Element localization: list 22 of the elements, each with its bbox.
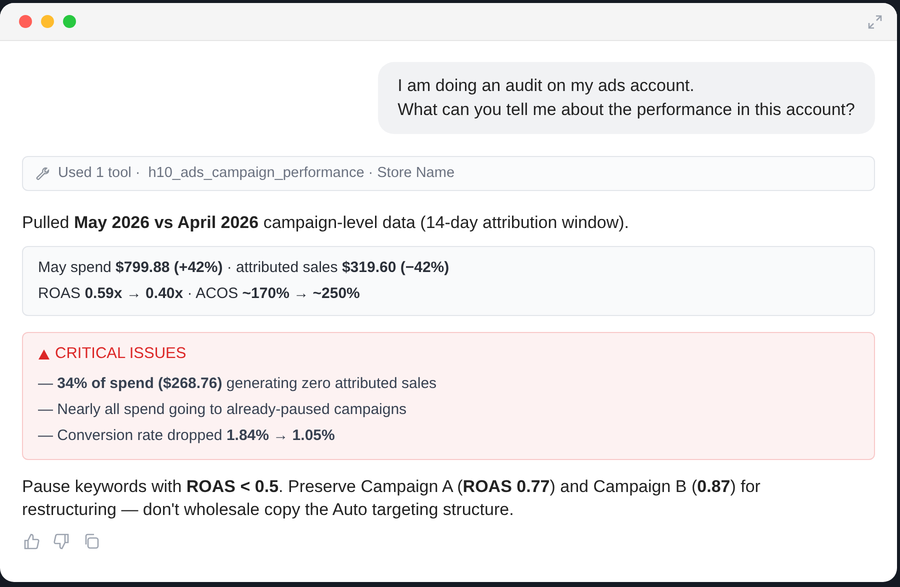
intro-text: Pulled May 2026 vs April 2026 campaign-level data (14-day attribution window). <box>22 212 630 234</box>
message-line: What can you tell me about the performance in this account? <box>398 99 855 121</box>
zoom-button[interactable] <box>63 15 76 28</box>
tool-name: h10_ads_campaign_performance · Store Name <box>148 164 455 183</box>
tool-summary: Used 1 tool · <box>58 164 140 183</box>
thumbs-down-icon[interactable] <box>53 533 70 550</box>
stats-line: ROAS 0.59x → 0.40x · ACOS ~170% → ~250% <box>38 284 361 304</box>
recommendation-text: Pause keywords with ROAS < 0.5. Preserve Campaign A (ROAS 0.77) and Campaign B (0.87) for restructuring — don't wholesale copy the Auto targeting structure. <box>22 476 762 521</box>
critical-issues-heading: CRITICAL ISSUES <box>55 344 186 364</box>
expand-icon[interactable] <box>868 14 882 28</box>
warning-icon <box>38 348 50 360</box>
copy-icon[interactable] <box>83 533 100 550</box>
message-line: I am doing an audit on my ads account. <box>398 75 696 97</box>
tool-call-bar[interactable]: Used 1 tool · h10_ads_campaign_performance · Store Name <box>22 156 875 191</box>
close-button[interactable] <box>19 15 32 28</box>
issue-item: — Conversion rate dropped 1.84% → 1.05% <box>38 426 336 446</box>
issue-item: — Nearly all spend going to already-paused campaigns <box>38 400 408 420</box>
thumbs-up-icon[interactable] <box>23 533 40 550</box>
issue-item: — 34% of spend ($268.76) generating zero attributed sales <box>38 374 438 394</box>
stats-line: May spend $799.88 (+42%) · attributed sales $319.60 (−42%) <box>38 258 450 278</box>
wrench-icon <box>36 166 50 180</box>
minimize-button[interactable] <box>41 15 54 28</box>
